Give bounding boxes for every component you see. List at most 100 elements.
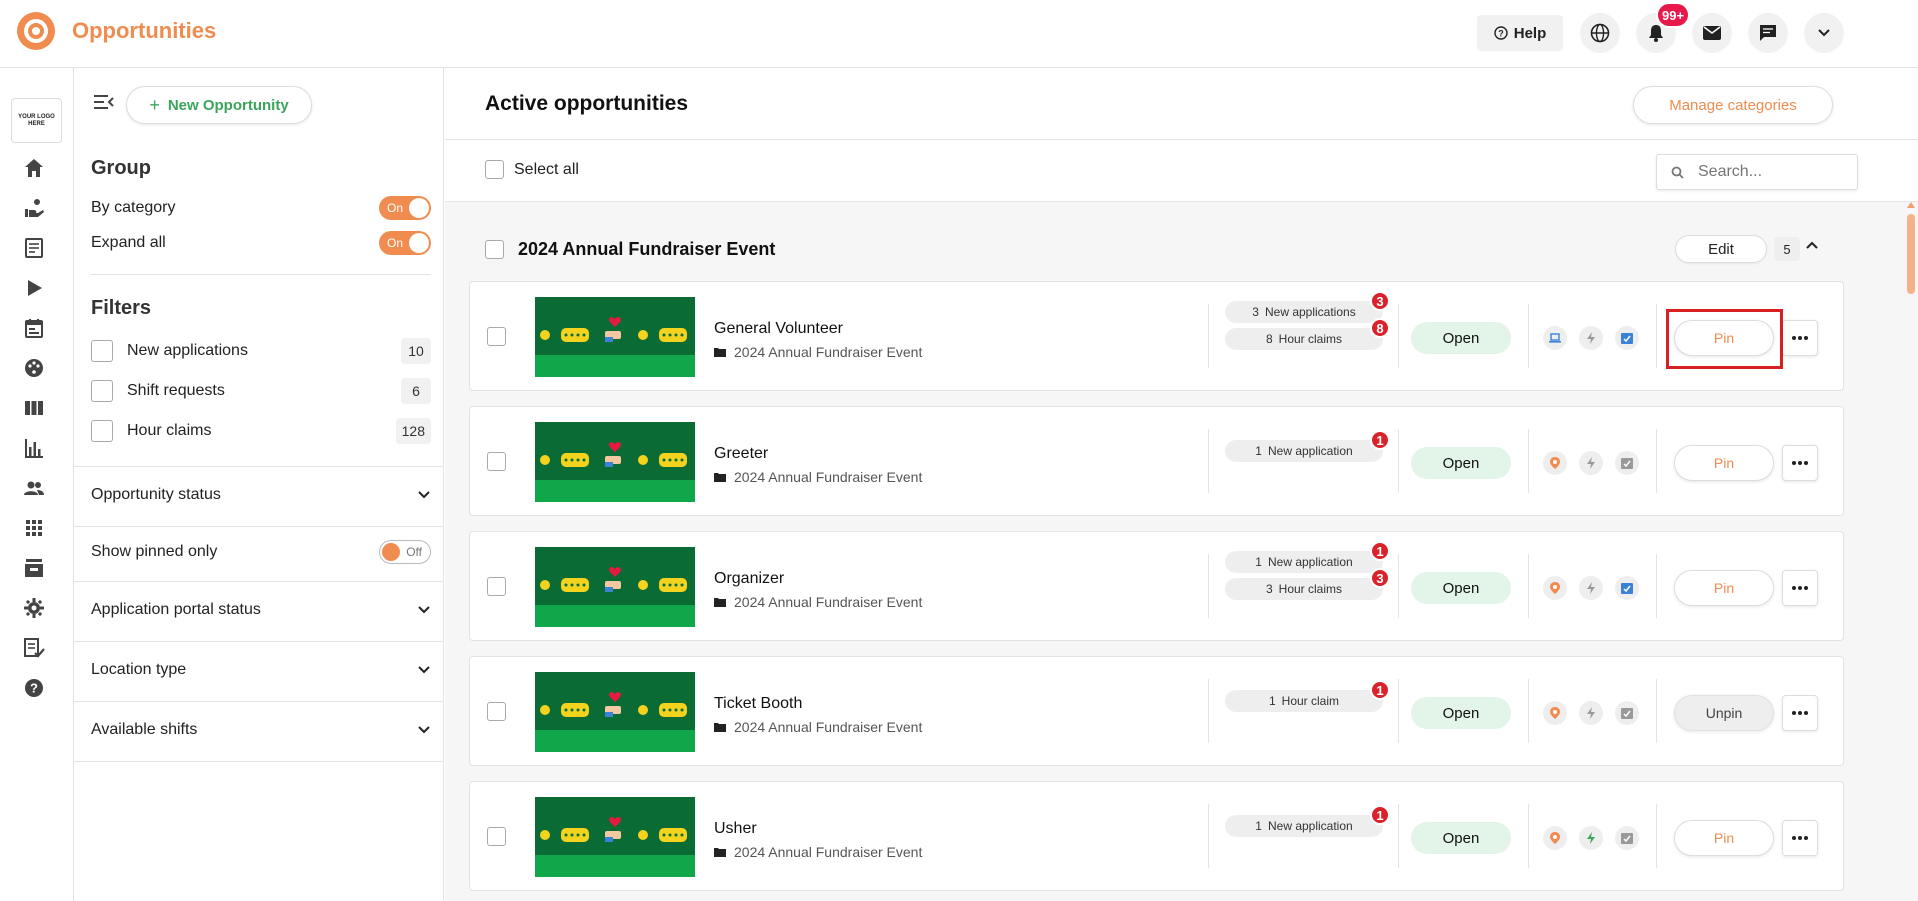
divider [1528, 304, 1529, 368]
org-logo[interactable]: YOUR LOGO HERE [11, 98, 62, 143]
opportunity-title[interactable]: General Volunteer [714, 320, 843, 338]
more-options-button[interactable] [1782, 820, 1818, 856]
new-opportunity-button[interactable]: + New Opportunity [126, 86, 312, 124]
opportunity-checkbox[interactable] [487, 827, 506, 846]
people-icon[interactable] [22, 476, 46, 500]
search-input[interactable] [1698, 163, 1838, 181]
opportunity-card-ticket-booth[interactable]: Ticket Booth 2024 Annual Fundraiser Even… [469, 656, 1844, 766]
automation-badge[interactable] [1579, 826, 1603, 850]
category-label: 2024 Annual Fundraiser Event [734, 594, 923, 610]
location-badge[interactable] [1543, 576, 1567, 600]
location-badge[interactable] [1543, 826, 1567, 850]
opportunity-card-organizer[interactable]: Organizer 2024 Annual Fundraiser Event 1… [469, 531, 1844, 641]
folder-icon [714, 348, 726, 357]
stat-pill[interactable]: 1 New application [1225, 440, 1383, 462]
location-badge[interactable] [1543, 701, 1567, 725]
home-icon[interactable] [22, 156, 46, 180]
schedule-badge[interactable] [1615, 451, 1639, 475]
app-logo-icon[interactable] [16, 11, 56, 51]
location-badge[interactable] [1543, 326, 1567, 350]
opportunity-title[interactable]: Greeter [714, 445, 768, 463]
opportunity-card-usher[interactable]: Usher 2024 Annual Fundraiser Event 1 New … [469, 781, 1844, 891]
chart-icon[interactable] [22, 436, 46, 460]
stat-pill[interactable]: 1 New application [1225, 551, 1383, 573]
search-box[interactable] [1656, 154, 1858, 190]
divider [74, 701, 444, 702]
opportunity-checkbox[interactable] [487, 327, 506, 346]
selection-bar: Select all [445, 140, 1918, 202]
stat-pill[interactable]: 3 Hour claims [1225, 578, 1383, 600]
more-options-button[interactable] [1782, 445, 1818, 481]
stat-pill[interactable]: 8 Hour claims [1225, 328, 1383, 350]
edit-group-button[interactable]: Edit [1675, 235, 1767, 263]
volunteer-hand-icon[interactable] [22, 196, 46, 220]
schedule-badge[interactable] [1615, 701, 1639, 725]
stat-pill[interactable]: 1 New application [1225, 815, 1383, 837]
application-portal-accordion[interactable]: Application portal status [91, 596, 431, 624]
envelope-icon [1703, 26, 1721, 40]
manage-categories-button[interactable]: Manage categories [1633, 86, 1833, 124]
opportunity-card-general-volunteer[interactable]: General Volunteer 2024 Annual Fundraiser… [469, 281, 1844, 391]
calendar-icon[interactable] [22, 316, 46, 340]
automation-badge[interactable] [1579, 326, 1603, 350]
opportunity-title[interactable]: Organizer [714, 570, 784, 588]
expand-all-toggle[interactable]: On [379, 231, 431, 255]
filter-hour-claims[interactable]: Hour claims 128 [91, 417, 431, 445]
opportunity-card-greeter[interactable]: Greeter 2024 Annual Fundraiser Event 1 Ne… [469, 406, 1844, 516]
language-button[interactable] [1580, 13, 1620, 53]
play-icon[interactable] [22, 276, 46, 300]
filter-checkbox[interactable] [91, 340, 113, 362]
opportunity-checkbox[interactable] [487, 452, 506, 471]
automation-badge[interactable] [1579, 576, 1603, 600]
stat-pill[interactable]: 3 New applications [1225, 301, 1383, 323]
opportunity-title[interactable]: Ticket Booth [714, 695, 802, 713]
schedule-badge[interactable] [1615, 826, 1639, 850]
available-shifts-accordion[interactable]: Available shifts [91, 716, 431, 744]
select-all-checkbox[interactable] [485, 160, 504, 179]
apps-grid-icon[interactable] [22, 516, 46, 540]
board-icon[interactable] [22, 396, 46, 420]
account-menu-button[interactable] [1804, 13, 1844, 53]
by-category-toggle[interactable]: On [379, 196, 431, 220]
scroll-up-arrow[interactable] [1907, 202, 1915, 208]
automation-badge[interactable] [1579, 451, 1603, 475]
schedule-badge[interactable] [1615, 326, 1639, 350]
inbox-icon[interactable] [22, 556, 46, 580]
location-type-accordion[interactable]: Location type [91, 656, 431, 684]
more-options-button[interactable] [1782, 695, 1818, 731]
opportunity-status-accordion[interactable]: Opportunity status [91, 481, 431, 509]
pin-button[interactable]: Pin [1674, 820, 1774, 856]
checklist-icon[interactable] [22, 636, 46, 660]
automation-badge[interactable] [1579, 701, 1603, 725]
stat-pill[interactable]: 1 Hour claim [1225, 690, 1383, 712]
filter-shift-requests[interactable]: Shift requests 6 [91, 377, 431, 405]
opportunity-title[interactable]: Usher [714, 820, 757, 838]
messages-button[interactable] [1692, 13, 1732, 53]
help-circle-icon[interactable]: ? [22, 676, 46, 700]
filter-new-applications[interactable]: New applications 10 [91, 337, 431, 365]
group-checkbox[interactable] [485, 239, 504, 259]
gear-icon[interactable] [22, 596, 46, 620]
divider [1398, 804, 1399, 868]
select-all[interactable]: Select all [485, 160, 579, 179]
pin-button[interactable]: Pin [1674, 445, 1774, 481]
pin-button[interactable]: Unpin [1674, 695, 1774, 731]
chevron-up-icon[interactable] [1805, 240, 1819, 250]
opportunity-checkbox[interactable] [487, 577, 506, 596]
more-options-button[interactable] [1782, 570, 1818, 606]
collapse-panel-icon[interactable] [94, 94, 114, 110]
help-button[interactable]: ? Help [1477, 15, 1563, 51]
filter-checkbox[interactable] [91, 380, 113, 402]
schedule-badge[interactable] [1615, 576, 1639, 600]
palette-icon[interactable] [22, 356, 46, 380]
form-icon[interactable] [22, 236, 46, 260]
filter-checkbox[interactable] [91, 420, 113, 442]
chat-button[interactable] [1748, 13, 1788, 53]
show-pinned-toggle[interactable]: Off [379, 540, 431, 564]
scrollbar-thumb[interactable] [1907, 214, 1915, 294]
opportunity-checkbox[interactable] [487, 702, 506, 721]
more-options-button[interactable] [1782, 320, 1818, 356]
pin-button[interactable]: Pin [1674, 570, 1774, 606]
scrollbar[interactable] [1904, 202, 1918, 901]
location-badge[interactable] [1543, 451, 1567, 475]
